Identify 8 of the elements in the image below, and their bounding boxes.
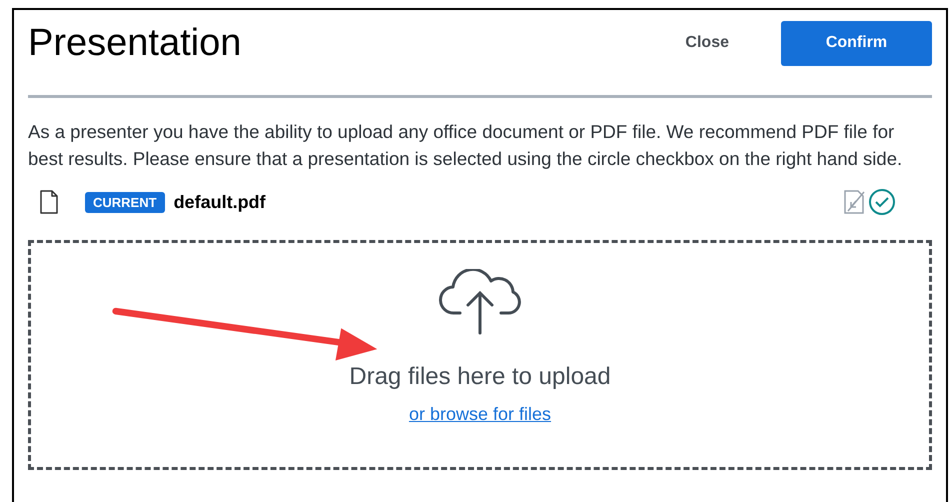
close-button[interactable]: Close bbox=[677, 23, 737, 63]
current-badge: CURRENT bbox=[85, 192, 165, 212]
browse-files-link[interactable]: or browse for files bbox=[408, 401, 552, 428]
dropzone-title: Drag files here to upload bbox=[349, 362, 611, 392]
confirm-button[interactable]: Confirm bbox=[781, 20, 932, 66]
file-name: default.pdf bbox=[174, 190, 266, 214]
description-text: As a presenter you have the ability to upload any office document or PDF file. We recommend PDF file for best results. Please ensure that a presentation is selected using the circle checkbox on the right hand side. bbox=[28, 120, 904, 171]
dialog-title: Presentation bbox=[28, 24, 242, 62]
